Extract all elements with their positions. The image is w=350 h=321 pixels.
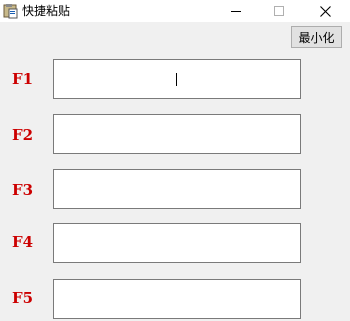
window-title: 快捷粘贴 — [22, 4, 71, 18]
f2-input[interactable] — [53, 114, 301, 154]
text-caret — [176, 73, 177, 86]
maximize-icon — [274, 6, 284, 16]
window-maximize-button[interactable] — [256, 0, 302, 22]
title-bar[interactable]: 快捷粘贴 — [0, 0, 350, 22]
window-minimize-button[interactable] — [213, 0, 259, 22]
f5-label: F5 — [12, 289, 34, 307]
close-icon — [319, 5, 331, 17]
f4-label: F4 — [12, 233, 34, 251]
f5-input[interactable] — [53, 279, 301, 319]
f1-label: F1 — [12, 70, 34, 88]
window-close-button[interactable] — [302, 0, 348, 22]
f4-input[interactable] — [53, 223, 301, 263]
f2-label: F2 — [12, 126, 34, 144]
app-icon — [3, 3, 19, 19]
app-window: 快捷粘贴 最小化 F1 F2 F3 F4 F5 — [0, 0, 350, 321]
f3-label: F3 — [12, 181, 34, 199]
f3-input[interactable] — [53, 169, 301, 209]
minimize-to-tray-button[interactable]: 最小化 — [291, 26, 342, 48]
minimize-icon — [231, 6, 241, 16]
f1-input[interactable] — [53, 59, 301, 99]
